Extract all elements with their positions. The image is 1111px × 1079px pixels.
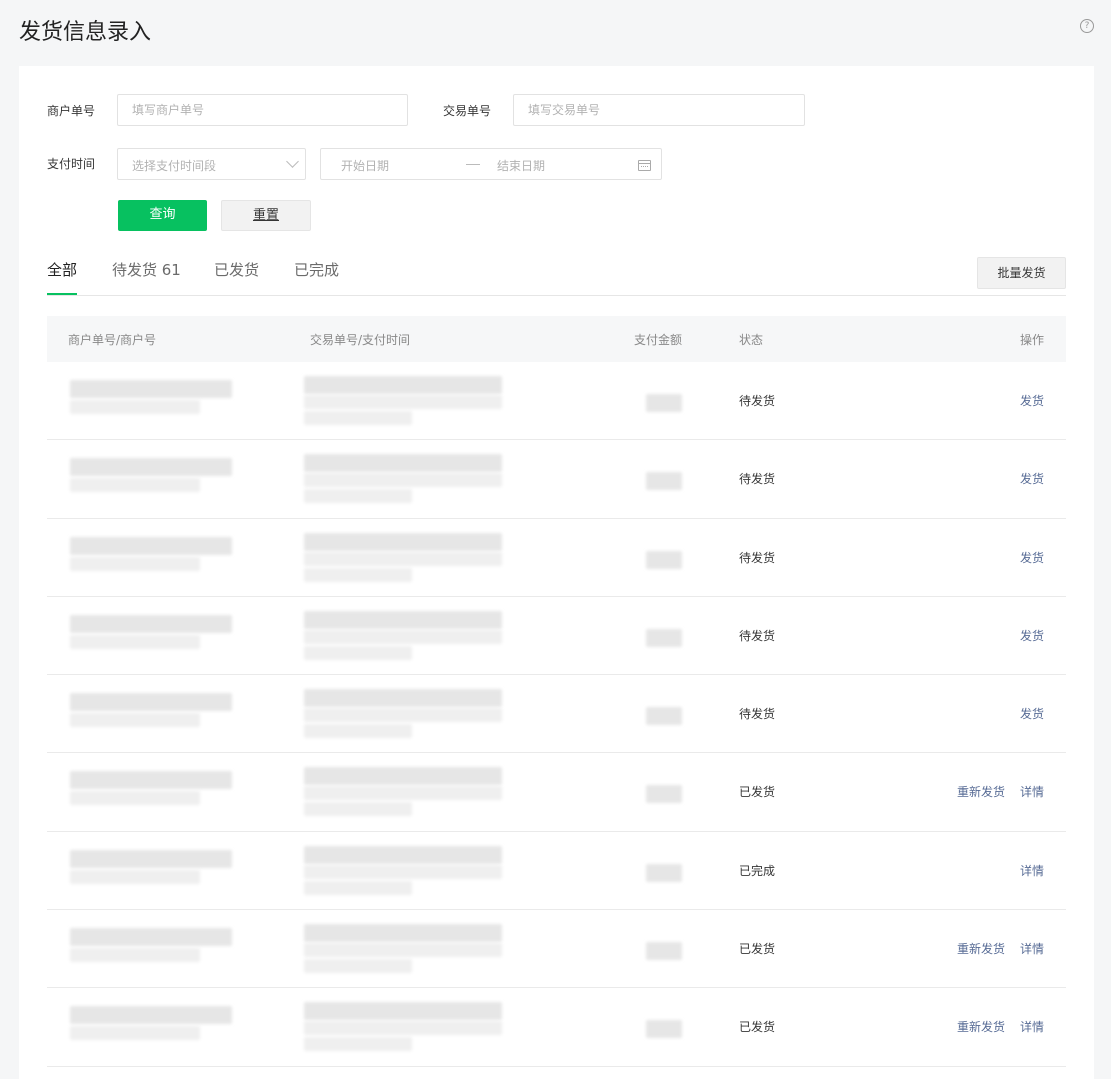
- status-text: 已发货: [739, 942, 776, 957]
- query-button[interactable]: 查询: [118, 200, 207, 231]
- col-trade-order: 交易单号/支付时间: [310, 333, 411, 347]
- merchant-order-label: 商户单号: [47, 104, 96, 118]
- col-status: 状态: [739, 333, 764, 347]
- status-text: 已发货: [739, 1020, 776, 1035]
- help-icon[interactable]: ?: [1080, 19, 1094, 33]
- tab-all[interactable]: 全部: [47, 259, 78, 295]
- pay-time-select-text: 选择支付时间段: [132, 159, 217, 173]
- col-merchant-order: 商户单号/商户号: [68, 333, 157, 347]
- orders-table: 商户单号/商户号 交易单号/支付时间 支付金额 状态 操作 待发货 发货 待发货 发货…: [47, 316, 1066, 1067]
- reship-link[interactable]: 重新发货: [957, 783, 1005, 800]
- tab-pending[interactable]: 待发货 61: [112, 259, 181, 280]
- trade-order-input[interactable]: [513, 94, 805, 126]
- amount-cell: [646, 394, 682, 412]
- status-text: 已发货: [739, 785, 776, 800]
- amount-cell: [646, 472, 682, 491]
- status-text: 待发货: [739, 394, 776, 408]
- detail-link[interactable]: 详情: [1020, 1018, 1044, 1035]
- amount-cell: [646, 707, 682, 726]
- date-range-separator: [466, 164, 480, 165]
- amount-cell: [646, 942, 682, 961]
- table-row: 已发货 重新发货 详情: [47, 988, 1066, 1067]
- col-amount: 支付金额: [634, 333, 683, 347]
- ship-link[interactable]: 发货: [1020, 705, 1044, 722]
- status-text: 已完成: [739, 863, 776, 878]
- ship-link[interactable]: 发货: [1020, 470, 1044, 487]
- status-text: 待发货: [739, 550, 776, 565]
- reset-button[interactable]: 重置: [221, 200, 311, 231]
- ship-link[interactable]: 发货: [1020, 392, 1044, 409]
- table-row: 待发货 发货: [47, 362, 1066, 441]
- amount-cell: [646, 628, 682, 647]
- table-row: 待发货 发货: [47, 519, 1066, 597]
- tab-all-label: 全部: [47, 261, 78, 279]
- status-text: 待发货: [739, 628, 776, 643]
- detail-link[interactable]: 详情: [1020, 783, 1044, 800]
- trade-order-label: 交易单号: [443, 104, 492, 118]
- batch-ship-button[interactable]: 批量发货: [977, 257, 1066, 289]
- pay-time-label: 支付时间: [47, 157, 96, 171]
- col-actions: 操作: [1020, 333, 1045, 347]
- table-row: 已完成 详情: [47, 832, 1066, 911]
- tab-completed[interactable]: 已完成: [294, 259, 339, 280]
- chevron-down-icon: [286, 155, 299, 168]
- ship-link[interactable]: 发货: [1020, 627, 1044, 644]
- active-tab-indicator: [47, 293, 77, 295]
- table-row: 已发货 重新发货 详情: [47, 910, 1066, 989]
- amount-cell: [646, 1020, 682, 1039]
- table-body: 待发货 发货 待发货 发货 待发货 发货 待发货 发货 待发货 发货 已发货 重新发货 详情 已完成 详情已…: [47, 362, 1066, 1067]
- ship-link[interactable]: 发货: [1020, 549, 1044, 566]
- date-start-field[interactable]: 开始日期: [341, 157, 389, 174]
- table-header: 商户单号/商户号 交易单号/支付时间 支付金额 状态 操作: [47, 316, 1066, 362]
- amount-cell: [646, 863, 682, 882]
- table-row: 待发货 发货: [47, 675, 1066, 754]
- reship-link[interactable]: 重新发货: [957, 940, 1005, 957]
- table-row: 已发货 重新发货 详情: [47, 753, 1066, 832]
- amount-cell: [646, 550, 682, 569]
- date-end-field[interactable]: 结束日期: [497, 157, 545, 174]
- table-row: 待发货 发货: [47, 597, 1066, 676]
- detail-link[interactable]: 详情: [1020, 940, 1044, 957]
- tab-shipped[interactable]: 已发货: [214, 259, 259, 280]
- detail-link[interactable]: 详情: [1020, 862, 1044, 879]
- status-text: 待发货: [739, 472, 776, 487]
- calendar-icon[interactable]: [638, 160, 651, 171]
- main-panel: 商户单号 交易单号 支付时间 选择支付时间段 开始日期 结束日期 查询 重置 全…: [19, 66, 1094, 1079]
- amount-cell: [646, 785, 682, 804]
- table-row: 待发货 发货: [47, 440, 1066, 519]
- merchant-order-input[interactable]: [117, 94, 408, 126]
- date-range-picker[interactable]: 开始日期 结束日期: [320, 148, 662, 180]
- status-tabs: 全部 待发货 61 已发货 已完成: [47, 256, 1066, 296]
- pay-time-select[interactable]: 选择支付时间段: [117, 148, 306, 180]
- status-text: 待发货: [739, 707, 776, 722]
- page-title: 发货信息录入: [19, 20, 152, 45]
- reship-link[interactable]: 重新发货: [957, 1018, 1005, 1035]
